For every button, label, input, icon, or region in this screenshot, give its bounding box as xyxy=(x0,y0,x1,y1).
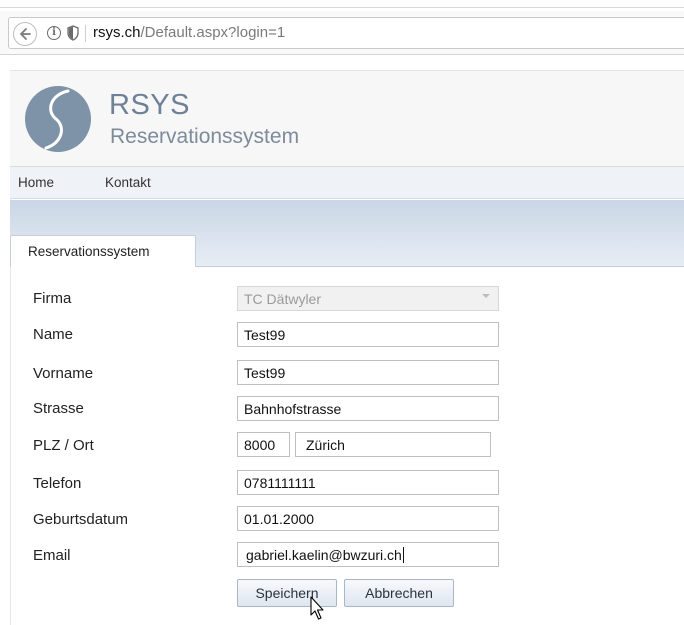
brand-name: RSYS xyxy=(109,89,190,121)
logo-icon[interactable] xyxy=(24,85,92,153)
geburtsdatum-label: Geburtsdatum xyxy=(33,511,129,528)
shield-icon[interactable] xyxy=(67,25,79,41)
browser-tab-strip xyxy=(0,0,684,10)
site-header: RSYS Reservationssystem xyxy=(10,70,684,166)
geburtsdatum-value: 01.01.2000 xyxy=(244,511,315,527)
strasse-label: Strasse xyxy=(33,400,84,417)
strasse-value: Bahnhofstrasse xyxy=(244,401,342,417)
name-label: Name xyxy=(33,326,74,343)
plz-field[interactable]: 8000 xyxy=(237,432,290,457)
url-path: /Default.aspx?login=1 xyxy=(140,24,286,41)
firma-label: Firma xyxy=(33,290,72,307)
select-arrow-icon xyxy=(482,294,490,298)
url-text[interactable]: rsys.ch/Default.aspx?login=1 xyxy=(93,24,285,41)
tab-strip-divider xyxy=(0,7,684,8)
plz-ort-label: PLZ / Ort xyxy=(33,437,94,454)
ort-value: Zürich xyxy=(306,437,345,453)
ort-field[interactable]: Zürich xyxy=(295,432,491,457)
url-separator xyxy=(85,25,86,42)
menu-item-kontakt[interactable]: Kontakt xyxy=(105,175,151,190)
name-field[interactable]: Test99 xyxy=(237,322,499,347)
cancel-button[interactable]: Abbrechen xyxy=(344,579,454,607)
telefon-field[interactable]: 0781111111 xyxy=(237,470,499,495)
vorname-value: Test99 xyxy=(244,365,286,381)
browser-toolbar: i rsys.ch/Default.aspx?login=1 xyxy=(0,11,684,55)
info-icon[interactable]: i xyxy=(47,26,61,40)
mouse-cursor-icon xyxy=(310,596,324,620)
main-menu: Home Kontakt xyxy=(10,166,684,199)
back-button[interactable] xyxy=(13,22,37,46)
address-bar[interactable]: i rsys.ch/Default.aspx?login=1 xyxy=(8,17,684,49)
vorname-field[interactable]: Test99 xyxy=(237,360,499,385)
telefon-value: 0781111111 xyxy=(244,475,316,491)
firma-value: TC Dätwyler xyxy=(244,291,322,307)
menu-item-home[interactable]: Home xyxy=(18,175,54,190)
name-value: Test99 xyxy=(244,327,286,343)
geburtsdatum-field[interactable]: 01.01.2000 xyxy=(237,506,499,531)
email-value: gabriel.kaelin@bwzuri.ch xyxy=(246,547,402,563)
brand-subtitle: Reservationssystem xyxy=(110,125,300,148)
url-host: rsys.ch xyxy=(93,24,141,41)
strasse-field[interactable]: Bahnhofstrasse xyxy=(237,396,499,421)
telefon-label: Telefon xyxy=(33,475,82,492)
text-caret xyxy=(402,547,404,563)
back-arrow-icon xyxy=(20,28,31,40)
tab-reservationssystem[interactable]: Reservationssystem xyxy=(10,235,196,267)
tab-label: Reservationssystem xyxy=(28,244,150,259)
vorname-label: Vorname xyxy=(33,365,94,382)
firma-select: TC Dätwyler xyxy=(237,286,499,311)
plz-value: 8000 xyxy=(244,437,276,453)
email-field[interactable]: gabriel.kaelin@bwzuri.ch xyxy=(237,542,499,567)
email-label: Email xyxy=(33,547,71,564)
